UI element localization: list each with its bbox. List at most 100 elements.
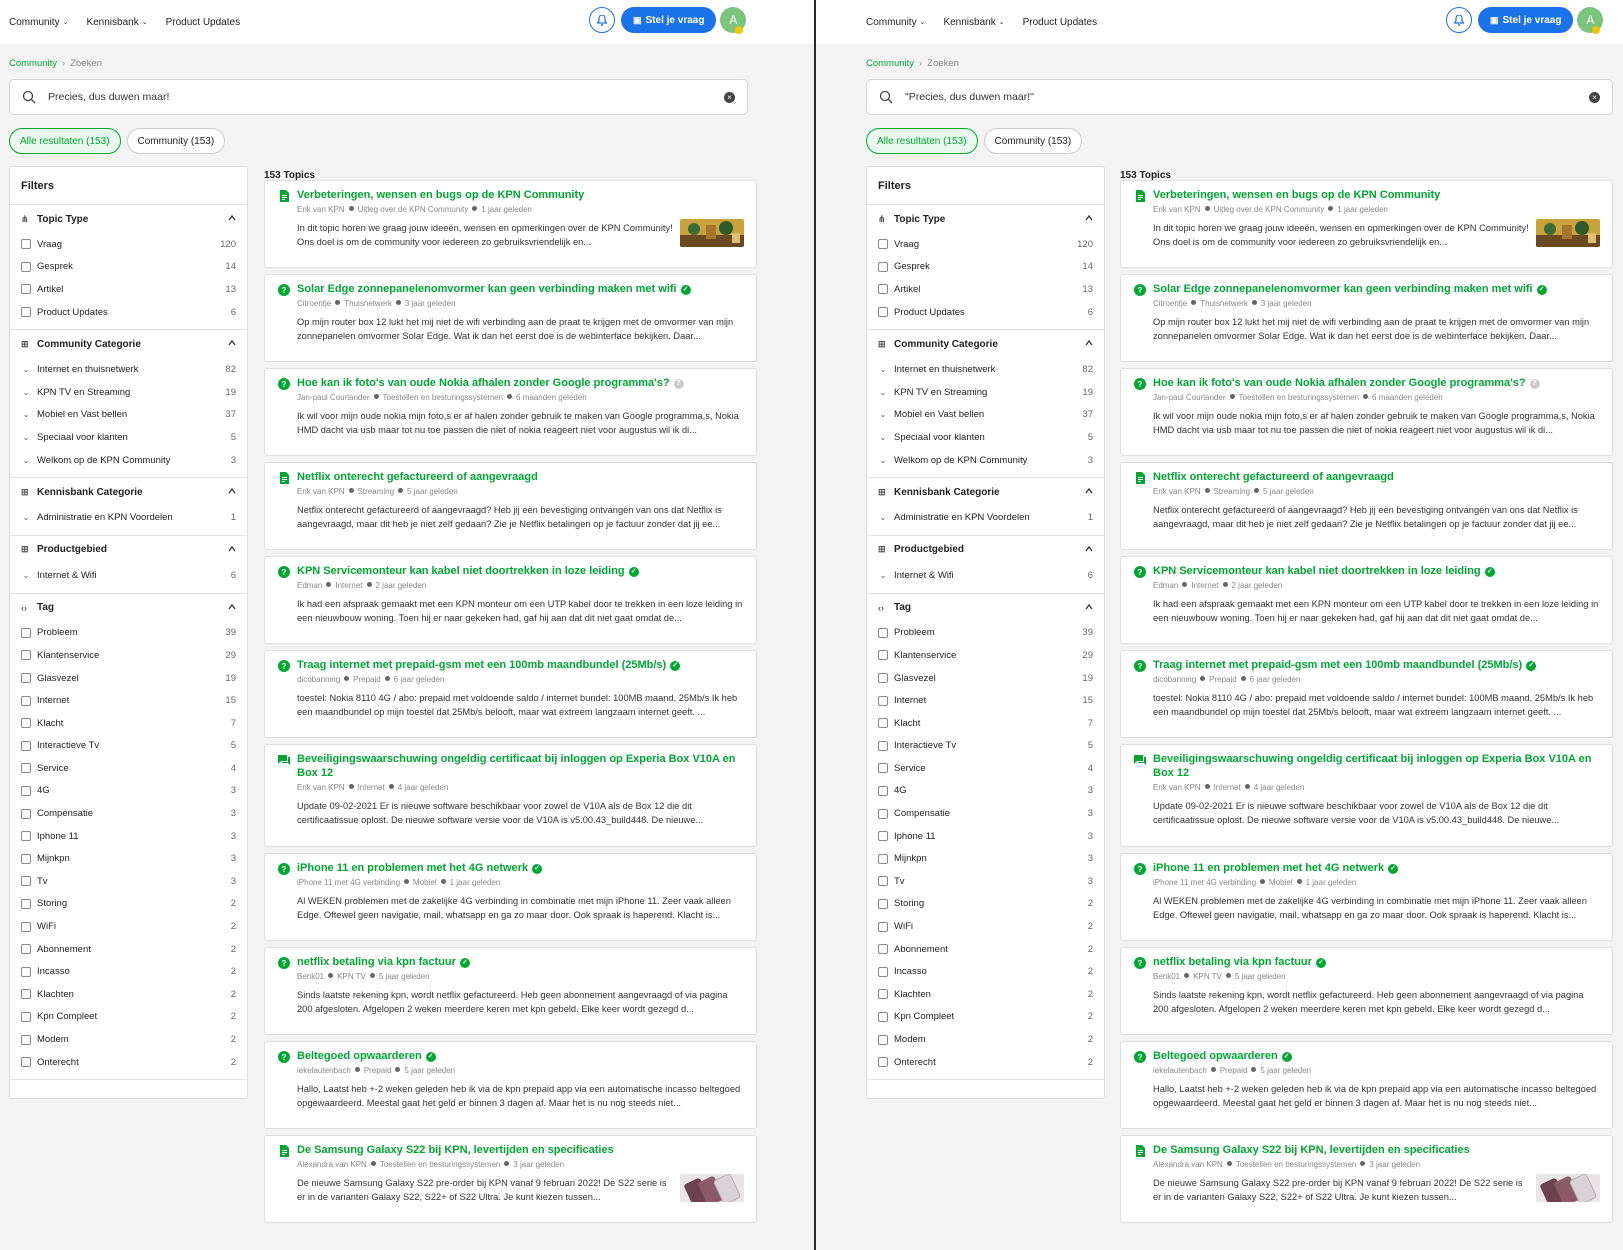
filter-checkbox[interactable] <box>21 1057 31 1068</box>
filter-option[interactable]: Gesprek 14 <box>21 256 236 279</box>
topic-author[interactable]: Alexandra van KPN <box>297 1160 367 1169</box>
filter-option[interactable]: Interactieve Tv 5 <box>878 735 1093 758</box>
filter-option[interactable]: ⌄ Speciaal voor klanten 5 <box>21 426 236 449</box>
filter-section-header[interactable]: ⊞ Productgebied <box>878 536 1093 564</box>
filter-section-header[interactable]: ⊞ Community Categorie <box>878 330 1093 358</box>
topic-author[interactable]: Edman <box>297 581 322 590</box>
filter-option[interactable]: Mijnkpn 3 <box>878 847 1093 870</box>
clear-search-icon[interactable]: × <box>1589 92 1600 103</box>
topic-category[interactable]: Prepaid <box>1220 1066 1248 1075</box>
filter-checkbox[interactable] <box>21 966 31 977</box>
ask-question-button[interactable]: ▣ Stel je vraag <box>1478 7 1574 33</box>
chevron-down-icon[interactable]: ⌄ <box>21 571 31 580</box>
search-input[interactable]: Precies, dus duwen maar! × <box>9 79 748 115</box>
chevron-down-icon[interactable]: ⌄ <box>21 513 31 522</box>
tab-all-results[interactable]: Alle resultaten (153) <box>9 128 121 154</box>
topic-author[interactable]: Citroentje <box>297 299 331 308</box>
chevron-up-icon[interactable] <box>228 487 236 495</box>
topic-card[interactable]: Beveiligingswaarschuwing ongeldig certif… <box>1120 744 1613 847</box>
filter-checkbox[interactable] <box>21 944 31 955</box>
topic-author[interactable]: Erik van KPN <box>297 205 345 214</box>
filter-option[interactable]: Incasso 2 <box>878 960 1093 983</box>
topic-card[interactable]: Beveiligingswaarschuwing ongeldig certif… <box>264 744 757 847</box>
topic-card[interactable]: ? Beltegoed opwaarderen ✓ iekelautenbach Pre… <box>1120 1041 1613 1129</box>
filter-checkbox[interactable] <box>878 831 888 842</box>
nav-item-kennisbank[interactable]: Kennisbank ⌄ <box>86 17 147 28</box>
topic-category[interactable]: Mobiel <box>1269 878 1293 887</box>
topic-category[interactable]: Prepaid <box>364 1066 392 1075</box>
chevron-down-icon[interactable]: ⌄ <box>878 513 888 522</box>
filter-option[interactable]: ⌄ Internet en thuisnetwerk 82 <box>21 358 236 381</box>
filter-section-header[interactable]: ⋔ Topic Type <box>21 205 236 233</box>
filter-option[interactable]: Compensatie 3 <box>21 802 236 825</box>
filter-section-header[interactable]: ⊞ Productgebied <box>21 536 236 564</box>
notifications-bell-icon[interactable] <box>589 7 615 33</box>
topic-title-link[interactable]: Solar Edge zonnepanelenomvormer kan geen… <box>297 282 736 296</box>
filter-checkbox[interactable] <box>878 1034 888 1045</box>
chevron-up-icon[interactable] <box>228 603 236 611</box>
topic-category[interactable]: Mobiel <box>413 878 437 887</box>
topic-category[interactable]: Prepaid <box>1209 675 1237 684</box>
chevron-down-icon[interactable]: ⌄ <box>21 433 31 442</box>
topic-card[interactable]: ? Beltegoed opwaarderen ✓ iekelautenbach Pre… <box>264 1041 757 1129</box>
topic-card[interactable]: ? iPhone 11 en problemen met het 4G netwe… <box>264 853 757 941</box>
filter-checkbox[interactable] <box>21 650 31 661</box>
filter-option[interactable]: WiFi 2 <box>21 915 236 938</box>
filter-checkbox[interactable] <box>21 239 31 250</box>
filter-checkbox[interactable] <box>878 966 888 977</box>
topic-title-link[interactable]: Netflix onterecht gefactureerd of aangev… <box>297 470 736 484</box>
topic-category[interactable]: Internet <box>358 783 385 792</box>
filter-option[interactable]: Klantenservice 29 <box>878 644 1093 667</box>
topic-author[interactable]: Alexandra van KPN <box>1153 1160 1223 1169</box>
topic-title-link[interactable]: netflix betaling via kpn factuur ✓ <box>297 955 736 969</box>
clear-search-icon[interactable]: × <box>724 92 735 103</box>
filter-option[interactable]: Internet 15 <box>878 689 1093 712</box>
filter-option[interactable]: ⌄ Internet & Wifi 6 <box>878 564 1093 587</box>
nav-item-community[interactable]: Community ⌄ <box>866 17 925 28</box>
topic-card[interactable]: De Samsung Galaxy S22 bij KPN, levertijd… <box>264 1135 757 1223</box>
filter-option[interactable]: 4G 3 <box>878 780 1093 803</box>
ask-question-button[interactable]: ▣ Stel je vraag <box>621 7 717 33</box>
filter-option[interactable]: Abonnement 2 <box>21 938 236 961</box>
topic-category[interactable]: Internet <box>1191 581 1218 590</box>
filter-option[interactable]: Internet 15 <box>21 689 236 712</box>
filter-checkbox[interactable] <box>878 284 888 295</box>
filter-option[interactable]: ⌄ Welkom op de KPN Community 3 <box>878 449 1093 472</box>
filter-checkbox[interactable] <box>878 944 888 955</box>
filter-option[interactable]: ⌄ Welkom op de KPN Community 3 <box>21 449 236 472</box>
filter-checkbox[interactable] <box>21 989 31 1000</box>
topic-card[interactable]: ? Hoe kan ik foto's van oude Nokia afhale… <box>264 368 757 456</box>
chevron-up-icon[interactable] <box>228 545 236 553</box>
filter-checkbox[interactable] <box>878 989 888 1000</box>
topic-author[interactable]: iekelautenbach <box>297 1066 351 1075</box>
filter-option[interactable]: Kpn Compleet 2 <box>878 1006 1093 1029</box>
topic-title-link[interactable]: Verbeteringen, wensen en bugs op de KPN … <box>297 188 736 202</box>
filter-option[interactable]: 4G 3 <box>21 780 236 803</box>
filter-checkbox[interactable] <box>878 898 888 909</box>
topic-card[interactable]: ? Solar Edge zonnepanelenomvormer kan gee… <box>1120 274 1613 362</box>
topic-title-link[interactable]: De Samsung Galaxy S22 bij KPN, levertijd… <box>297 1143 736 1157</box>
search-input[interactable]: "Precies, dus duwen maar!" × <box>866 79 1613 115</box>
filter-checkbox[interactable] <box>878 1057 888 1068</box>
filter-checkbox[interactable] <box>21 1011 31 1022</box>
filter-checkbox[interactable] <box>21 1034 31 1045</box>
topic-title-link[interactable]: Beveiligingswaarschuwing ongeldig certif… <box>297 752 736 780</box>
filter-checkbox[interactable] <box>878 695 888 706</box>
filter-checkbox[interactable] <box>878 740 888 751</box>
topic-category[interactable]: Prepaid <box>353 675 381 684</box>
chevron-down-icon[interactable]: ⌄ <box>21 365 31 374</box>
topic-author[interactable]: Erik van KPN <box>297 783 345 792</box>
topic-thumbnail-image[interactable] <box>680 219 744 247</box>
chevron-down-icon[interactable]: ⌄ <box>878 388 888 397</box>
filter-checkbox[interactable] <box>21 695 31 706</box>
topic-title-link[interactable]: KPN Servicemonteur kan kabel niet doortr… <box>297 564 736 578</box>
filter-option[interactable]: Kpn Compleet 2 <box>21 1006 236 1029</box>
filter-option[interactable]: Iphone 11 3 <box>878 825 1093 848</box>
topic-category[interactable]: Toestellen en besturingssystemen <box>1236 1160 1357 1169</box>
topic-category[interactable]: Thuisnetwerk <box>344 299 392 308</box>
filter-option[interactable]: Onterecht 2 <box>878 1051 1093 1074</box>
filter-option[interactable]: ⌄ Internet en thuisnetwerk 82 <box>878 358 1093 381</box>
topic-card[interactable]: ? KPN Servicemonteur kan kabel niet doort… <box>264 556 757 644</box>
filter-option[interactable]: Incasso 2 <box>21 960 236 983</box>
filter-checkbox[interactable] <box>878 785 888 796</box>
